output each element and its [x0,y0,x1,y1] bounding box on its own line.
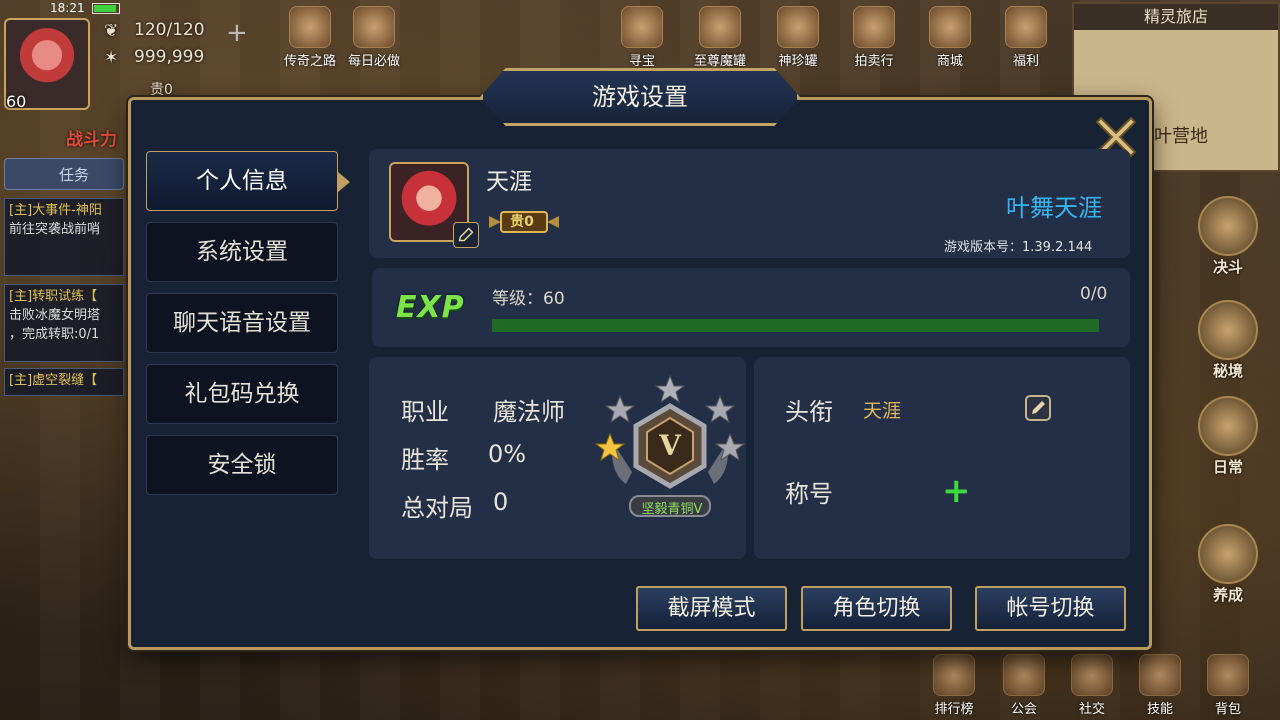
social-button[interactable]: 社交 [1064,654,1120,718]
stat-value: 魔法师 [493,398,565,426]
jar-icon [699,6,741,48]
guild-button[interactable]: 公会 [996,654,1052,718]
head-title-label: 头衔 [785,398,833,426]
legend-road-button[interactable]: 传奇之路 [280,6,340,70]
supreme-jar-button[interactable]: 至尊魔罐 [690,6,750,70]
exp-progress-bar [492,319,1099,332]
exp-value: 0/0 [1080,284,1108,304]
quest-item[interactable]: [主]虚空裂缝【 [4,368,124,396]
gold-value: 999,999 [134,47,205,67]
svg-text:V: V [658,429,682,462]
stat-label: 胜率 [401,446,449,474]
profile-name: 天涯 [486,169,532,195]
gold-icon: ✶ [104,48,119,68]
minimap-title: 精灵旅店 [1074,4,1278,30]
dialog-title: 游戏设置 [480,68,800,126]
noble-badge-label: 贵0 [510,214,534,230]
quest-title: [主]转职试练【 [9,289,98,304]
treasure-map-icon [621,6,663,48]
skills-icon [1139,654,1181,696]
status-time: 18:21 [50,1,85,15]
head-title-value: 天涯 [863,400,902,422]
bag-button[interactable]: 背包 [1200,654,1256,718]
skills-button[interactable]: 技能 [1132,654,1188,718]
tab-personal-info[interactable]: 个人信息 [146,151,338,211]
gavel-icon [853,6,895,48]
task-tab[interactable]: 任务 [4,158,124,190]
stat-label: 总对局 [401,494,473,522]
daily-icon [353,6,395,48]
switch-account-button[interactable]: 帐号切换 [975,586,1126,631]
level-text: 等级：60 [492,289,565,309]
edit-head-title-icon[interactable] [1023,393,1053,423]
portal-icon [1198,300,1258,360]
stamina-icon: ❦ [104,21,119,41]
mall-button[interactable]: 商城 [920,6,980,70]
tab-chat-voice-settings[interactable]: 聊天语音设置 [146,293,338,353]
daily-must-do-button[interactable]: 每日必做 [344,6,404,70]
quest-desc: 前往突袭战前哨 [9,222,101,237]
treasure-hunt-button[interactable]: 寻宝 [612,6,672,70]
secret-realm-button[interactable]: 秘境 [1188,300,1268,381]
add-stamina-button[interactable]: + [226,18,248,48]
pot-icon [777,6,819,48]
stamina-value: 120/120 [134,20,205,40]
stat-value: 0 [493,488,509,516]
battle-power-label: 战斗力 [66,130,117,150]
exp-label: EXP [396,290,465,325]
fist-icon [1198,524,1258,584]
quest-desc: ，完成转职:0/1 [9,327,100,342]
server-name: 叶舞天涯 [1006,194,1102,222]
add-honor-title-button[interactable]: + [942,474,971,508]
ranking-button[interactable]: 排行榜 [926,654,982,718]
treasure-jar-button[interactable]: 神珍罐 [768,6,828,70]
battery-icon [92,3,120,14]
title-panel [754,357,1130,559]
noble-level: 贵0 [150,82,173,98]
tab-system-settings[interactable]: 系统设置 [146,222,338,282]
quest-desc: 击败冰魔女明塔 [9,308,101,323]
stat-label: 职业 [401,398,449,426]
player-level: 60 [6,92,27,111]
edit-avatar-icon[interactable] [453,222,479,248]
switch-role-button[interactable]: 角色切换 [801,586,952,631]
bag-icon [1207,654,1249,696]
gift-icon [1005,6,1047,48]
minimap-area-label: 叶营地 [1154,126,1208,147]
shop-icon [929,6,971,48]
quest-title: [主]大事件-神阳 [9,203,102,218]
legend-road-icon [289,6,331,48]
auction-button[interactable]: 拍卖行 [844,6,904,70]
quest-title: [主]虚空裂缝【 [9,373,98,388]
guild-icon [1003,654,1045,696]
welfare-button[interactable]: 福利 [996,6,1056,70]
task-tab-label: 任务 [59,166,90,184]
quest-item[interactable]: [主]大事件-神阳 前往突袭战前哨 [4,198,124,276]
exp-progress-fill [492,319,1099,332]
quest-item[interactable]: [主]转职试练【 击败冰魔女明塔 ，完成转职:0/1 [4,284,124,362]
screenshot-mode-button[interactable]: 截屏模式 [636,586,787,631]
trophy-icon [933,654,975,696]
stat-value: 0% [488,440,527,468]
game-version: 游戏版本号：1.39.2.144 [944,240,1093,255]
develop-button[interactable]: 养成 [1188,524,1268,605]
duel-button[interactable]: 决斗 [1188,196,1268,277]
calendar-icon [1198,396,1258,456]
active-tab-pointer [338,172,350,192]
tab-security-lock[interactable]: 安全锁 [146,435,338,495]
social-icon [1071,654,1113,696]
honor-title-label: 称号 [785,480,833,508]
tab-gift-code[interactable]: 礼包码兑换 [146,364,338,424]
rank-name: 坚毅青铜V [641,502,703,517]
daily-button[interactable]: 日常 [1188,396,1268,477]
exp-panel [372,268,1130,347]
duel-icon [1198,196,1258,256]
